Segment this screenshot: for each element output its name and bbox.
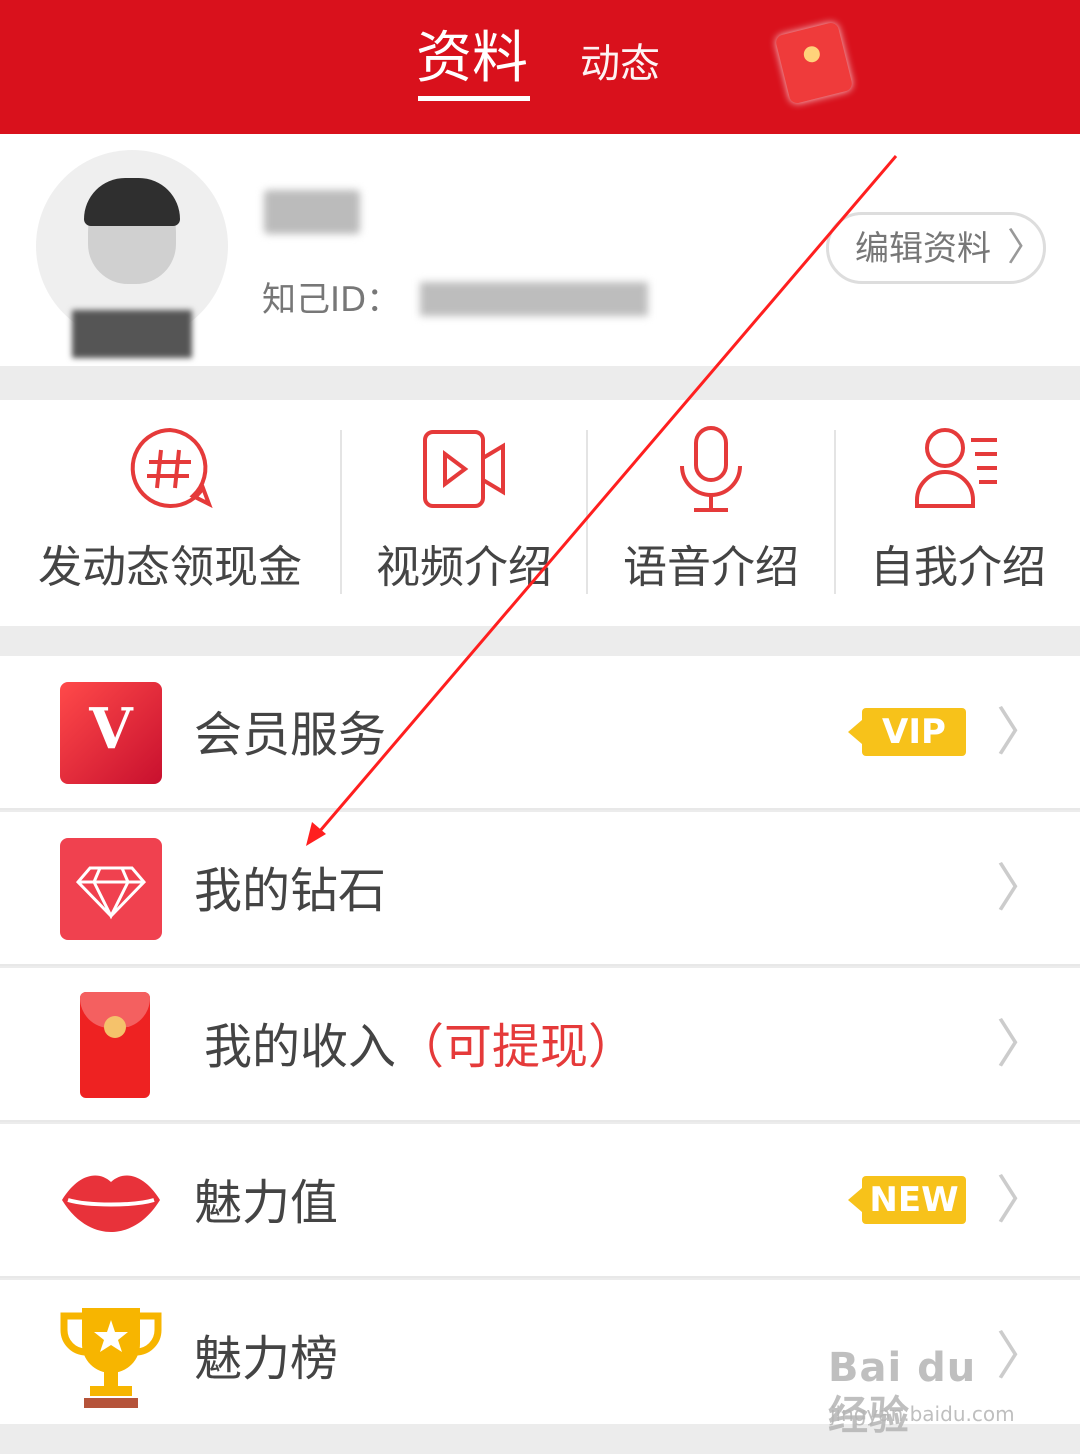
microphone-icon [680, 426, 742, 512]
shortcut-label: 语音介绍 [623, 542, 799, 593]
menu-item-label: 魅力榜 [194, 1331, 339, 1387]
hashtag-bubble-icon [130, 427, 213, 509]
user-id-value-blurred [420, 282, 648, 316]
menu-item-label: 我的钻石 [194, 863, 387, 919]
avatar[interactable] [36, 150, 228, 374]
red-envelope-icon [80, 992, 150, 1098]
chevron-right-icon: 〉 [996, 859, 1049, 919]
menu-item-label: 我的收入（可提现） [204, 1018, 636, 1076]
income-label: 我的收入 [204, 1019, 397, 1075]
chevron-right-icon: 〉 [996, 1171, 1049, 1231]
chevron-right-icon: 〉 [996, 1015, 1049, 1075]
avatar-badge [72, 310, 192, 358]
baidu-watermark: Bai du 经验 jingyan.baidu.com [828, 1340, 1028, 1439]
shortcut-self-intro[interactable]: 自我介绍 [836, 400, 1080, 626]
divider [0, 1276, 1080, 1278]
new-badge: NEW [848, 1176, 966, 1224]
person-list-icon [915, 428, 997, 508]
lips-icon [62, 1175, 160, 1232]
active-tab-underline [418, 96, 530, 101]
withdrawable-label: （可提现） [396, 1019, 637, 1075]
edit-profile-label: 编辑资料 [855, 229, 991, 269]
video-camera-icon [423, 430, 505, 508]
coin-icon [802, 44, 822, 64]
menu-item-label: 魅力值 [194, 1175, 339, 1231]
user-name-blurred [264, 190, 360, 234]
watermark-url: jingyan.baidu.com [830, 1402, 1015, 1426]
shortcut-label: 视频介绍 [376, 542, 552, 593]
trophy-icon [60, 1308, 162, 1408]
divider [0, 964, 1080, 966]
shortcut-voice-intro[interactable]: 语音介绍 [588, 400, 834, 626]
shortcut-label: 发动态领现金 [38, 542, 302, 593]
edit-profile-button[interactable]: 编辑资料 〉 [826, 212, 1046, 284]
menu-item-income[interactable]: 我的收入（可提现） 〉 [0, 968, 1080, 1122]
menu-item-label: 会员服务 [194, 707, 387, 763]
red-packet-icon[interactable] [774, 21, 854, 105]
divider [0, 1120, 1080, 1122]
menu-item-diamonds[interactable]: 我的钻石 〉 [0, 812, 1080, 966]
intro-shortcuts: 发动态领现金 视频介绍 语音介绍 自我介绍 [0, 400, 1080, 626]
vip-v-icon: V [60, 682, 162, 784]
tab-moments[interactable]: 动态 [580, 42, 660, 86]
shortcut-video-intro[interactable]: 视频介绍 [342, 400, 586, 626]
menu-item-membership[interactable]: V 会员服务 VIP 〉 [0, 656, 1080, 810]
chevron-right-icon: 〉 [1007, 225, 1046, 269]
tab-profile[interactable]: 资料 [416, 28, 528, 90]
shortcut-label: 自我介绍 [870, 542, 1046, 593]
vip-badge: VIP [848, 708, 966, 756]
divider [0, 808, 1080, 810]
top-navigation-bar: 资料 动态 [0, 0, 1080, 134]
menu-item-charm-value[interactable]: 魅力值 NEW 〉 [0, 1124, 1080, 1278]
shortcut-post-moment[interactable]: 发动态领现金 [0, 400, 340, 626]
chevron-right-icon: 〉 [996, 703, 1049, 763]
user-id-label: 知己ID： [262, 280, 401, 320]
diamond-icon [60, 838, 162, 940]
